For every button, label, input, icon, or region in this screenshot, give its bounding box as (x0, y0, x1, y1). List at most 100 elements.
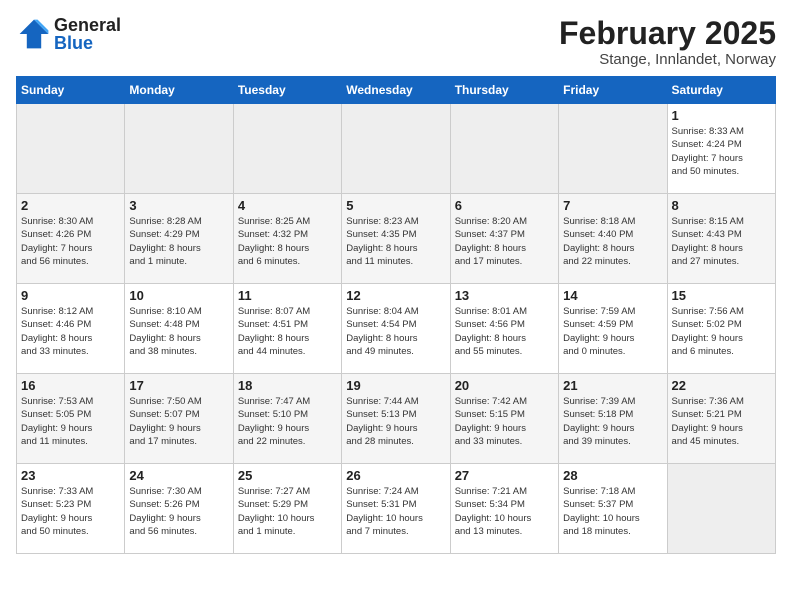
day-info: Sunrise: 7:42 AM Sunset: 5:15 PM Dayligh… (455, 395, 554, 448)
day-number: 19 (346, 378, 445, 393)
day-info: Sunrise: 8:20 AM Sunset: 4:37 PM Dayligh… (455, 215, 554, 268)
day-info: Sunrise: 8:25 AM Sunset: 4:32 PM Dayligh… (238, 215, 337, 268)
day-info: Sunrise: 7:27 AM Sunset: 5:29 PM Dayligh… (238, 485, 337, 538)
calendar-cell: 3 Sunrise: 8:28 AM Sunset: 4:29 PM Daylig… (125, 194, 233, 284)
title-area: February 2025 Stange, Innlandet, Norway (559, 16, 776, 68)
day-info: Sunrise: 7:47 AM Sunset: 5:10 PM Dayligh… (238, 395, 337, 448)
day-number: 25 (238, 468, 337, 483)
calendar-cell: 2Sunrise: 8:30 AM Sunset: 4:26 PM Daylig… (17, 194, 125, 284)
day-number: 17 (129, 378, 228, 393)
calendar-week-2: 2Sunrise: 8:30 AM Sunset: 4:26 PM Daylig… (17, 194, 776, 284)
day-number: 15 (672, 288, 771, 303)
day-info: Sunrise: 7:39 AM Sunset: 5:18 PM Dayligh… (563, 395, 662, 448)
day-number: 11 (238, 288, 337, 303)
day-number: 1 (672, 108, 771, 123)
calendar-cell: 26 Sunrise: 7:24 AM Sunset: 5:31 PM Dayli… (342, 464, 450, 554)
calendar-cell (559, 104, 667, 194)
weekday-header-sunday: Sunday (17, 77, 125, 104)
calendar-cell: 8 Sunrise: 8:15 AM Sunset: 4:43 PM Daylig… (667, 194, 775, 284)
day-number: 23 (21, 468, 120, 483)
day-info: Sunrise: 7:24 AM Sunset: 5:31 PM Dayligh… (346, 485, 445, 538)
day-info: Sunrise: 7:36 AM Sunset: 5:21 PM Dayligh… (672, 395, 771, 448)
day-number: 26 (346, 468, 445, 483)
day-number: 4 (238, 198, 337, 213)
calendar-cell: 12 Sunrise: 8:04 AM Sunset: 4:54 PM Dayli… (342, 284, 450, 374)
day-info: Sunrise: 7:53 AM Sunset: 5:05 PM Dayligh… (21, 395, 120, 448)
day-number: 5 (346, 198, 445, 213)
day-number: 22 (672, 378, 771, 393)
day-info: Sunrise: 8:07 AM Sunset: 4:51 PM Dayligh… (238, 305, 337, 358)
weekday-header-friday: Friday (559, 77, 667, 104)
day-number: 8 (672, 198, 771, 213)
calendar-cell: 27 Sunrise: 7:21 AM Sunset: 5:34 PM Dayli… (450, 464, 558, 554)
weekday-header-wednesday: Wednesday (342, 77, 450, 104)
day-info: Sunrise: 8:15 AM Sunset: 4:43 PM Dayligh… (672, 215, 771, 268)
logo-text: General Blue (54, 16, 121, 52)
calendar-cell: 14 Sunrise: 7:59 AM Sunset: 4:59 PM Dayli… (559, 284, 667, 374)
day-info: Sunrise: 8:04 AM Sunset: 4:54 PM Dayligh… (346, 305, 445, 358)
calendar-cell (667, 464, 775, 554)
calendar-cell: 5 Sunrise: 8:23 AM Sunset: 4:35 PM Daylig… (342, 194, 450, 284)
calendar-cell (125, 104, 233, 194)
day-info: Sunrise: 8:01 AM Sunset: 4:56 PM Dayligh… (455, 305, 554, 358)
weekday-header-monday: Monday (125, 77, 233, 104)
day-info: Sunrise: 7:50 AM Sunset: 5:07 PM Dayligh… (129, 395, 228, 448)
calendar-cell: 7 Sunrise: 8:18 AM Sunset: 4:40 PM Daylig… (559, 194, 667, 284)
day-info: Sunrise: 8:10 AM Sunset: 4:48 PM Dayligh… (129, 305, 228, 358)
day-info: Sunrise: 7:30 AM Sunset: 5:26 PM Dayligh… (129, 485, 228, 538)
calendar-cell: 6 Sunrise: 8:20 AM Sunset: 4:37 PM Daylig… (450, 194, 558, 284)
day-info: Sunrise: 8:23 AM Sunset: 4:35 PM Dayligh… (346, 215, 445, 268)
day-number: 3 (129, 198, 228, 213)
day-number: 2 (21, 198, 120, 213)
calendar-cell: 20 Sunrise: 7:42 AM Sunset: 5:15 PM Dayli… (450, 374, 558, 464)
calendar-cell: 19 Sunrise: 7:44 AM Sunset: 5:13 PM Dayli… (342, 374, 450, 464)
day-number: 18 (238, 378, 337, 393)
day-info: Sunrise: 8:18 AM Sunset: 4:40 PM Dayligh… (563, 215, 662, 268)
day-info: Sunrise: 7:18 AM Sunset: 5:37 PM Dayligh… (563, 485, 662, 538)
calendar-cell: 4 Sunrise: 8:25 AM Sunset: 4:32 PM Daylig… (233, 194, 341, 284)
day-info: Sunrise: 7:21 AM Sunset: 5:34 PM Dayligh… (455, 485, 554, 538)
calendar-cell: 18 Sunrise: 7:47 AM Sunset: 5:10 PM Dayli… (233, 374, 341, 464)
calendar-cell: 11 Sunrise: 8:07 AM Sunset: 4:51 PM Dayli… (233, 284, 341, 374)
day-number: 13 (455, 288, 554, 303)
day-number: 27 (455, 468, 554, 483)
calendar-cell (17, 104, 125, 194)
calendar-cell: 15 Sunrise: 7:56 AM Sunset: 5:02 PM Dayli… (667, 284, 775, 374)
day-number: 16 (21, 378, 120, 393)
calendar-cell: 22 Sunrise: 7:36 AM Sunset: 5:21 PM Dayli… (667, 374, 775, 464)
day-number: 10 (129, 288, 228, 303)
calendar-cell (450, 104, 558, 194)
day-number: 6 (455, 198, 554, 213)
day-info: Sunrise: 7:59 AM Sunset: 4:59 PM Dayligh… (563, 305, 662, 358)
calendar-cell (233, 104, 341, 194)
calendar-cell: 25 Sunrise: 7:27 AM Sunset: 5:29 PM Dayli… (233, 464, 341, 554)
day-info: Sunrise: 7:56 AM Sunset: 5:02 PM Dayligh… (672, 305, 771, 358)
day-number: 9 (21, 288, 120, 303)
day-number: 21 (563, 378, 662, 393)
calendar-week-1: 1 Sunrise: 8:33 AM Sunset: 4:24 PM Daylig… (17, 104, 776, 194)
calendar-week-4: 16 Sunrise: 7:53 AM Sunset: 5:05 PM Dayli… (17, 374, 776, 464)
calendar-table: SundayMondayTuesdayWednesdayThursdayFrid… (16, 76, 776, 554)
weekday-header-tuesday: Tuesday (233, 77, 341, 104)
calendar-cell: 10 Sunrise: 8:10 AM Sunset: 4:48 PM Dayli… (125, 284, 233, 374)
day-number: 12 (346, 288, 445, 303)
weekday-header-row: SundayMondayTuesdayWednesdayThursdayFrid… (17, 77, 776, 104)
day-number: 28 (563, 468, 662, 483)
day-number: 24 (129, 468, 228, 483)
page-header: General Blue February 2025 Stange, Innla… (16, 16, 776, 68)
day-number: 20 (455, 378, 554, 393)
weekday-header-thursday: Thursday (450, 77, 558, 104)
day-info: Sunrise: 8:12 AM Sunset: 4:46 PM Dayligh… (21, 305, 120, 358)
calendar-cell: 21 Sunrise: 7:39 AM Sunset: 5:18 PM Dayli… (559, 374, 667, 464)
day-number: 7 (563, 198, 662, 213)
calendar-cell: 13 Sunrise: 8:01 AM Sunset: 4:56 PM Dayli… (450, 284, 558, 374)
logo: General Blue (16, 16, 121, 52)
day-info: Sunrise: 8:28 AM Sunset: 4:29 PM Dayligh… (129, 215, 228, 268)
day-info: Sunrise: 8:33 AM Sunset: 4:24 PM Dayligh… (672, 125, 771, 178)
month-title: February 2025 (559, 16, 776, 51)
calendar-cell: 17 Sunrise: 7:50 AM Sunset: 5:07 PM Dayli… (125, 374, 233, 464)
calendar-cell: 28 Sunrise: 7:18 AM Sunset: 5:37 PM Dayli… (559, 464, 667, 554)
day-info: Sunrise: 7:44 AM Sunset: 5:13 PM Dayligh… (346, 395, 445, 448)
weekday-header-saturday: Saturday (667, 77, 775, 104)
day-number: 14 (563, 288, 662, 303)
